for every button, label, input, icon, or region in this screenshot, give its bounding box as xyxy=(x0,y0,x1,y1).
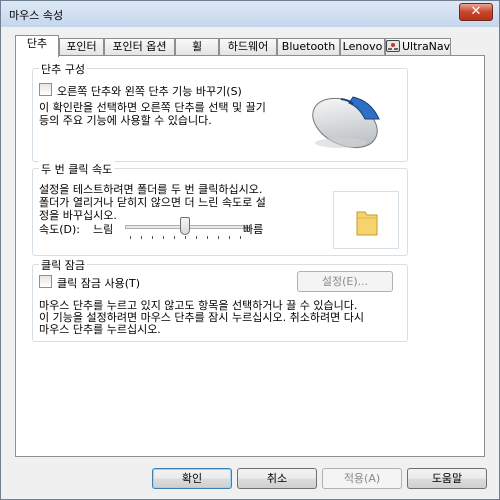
double-click-speed-slider[interactable] xyxy=(125,217,245,241)
button-configuration-group: 단추 구성 오른쪽 단추와 왼쪽 단추 기능 바꾸기(S) 이 확인란을 선택하… xyxy=(32,61,408,162)
slider-tick xyxy=(130,236,131,239)
speed-label: 속도(D): xyxy=(39,223,80,236)
click-lock-settings-button[interactable]: 설정(E)... xyxy=(297,271,393,292)
tab-label: 포인터 옵션 xyxy=(112,40,167,53)
slider-tick xyxy=(218,236,219,239)
slider-tick xyxy=(141,236,142,239)
slider-thumb[interactable] xyxy=(180,217,190,235)
buttons-tab-panel: 단추 구성 오른쪽 단추와 왼쪽 단추 기능 바꾸기(S) 이 확인란을 선택하… xyxy=(15,55,485,457)
test-area xyxy=(333,191,399,249)
apply-button[interactable]: 적용(A) xyxy=(322,468,402,489)
slider-tick xyxy=(174,236,175,239)
tab-strip: 단추 포인터 포인터 옵션 휠 하드웨어 Bluetooth Lenovo Ul… xyxy=(15,35,485,57)
tab-label: 단추 xyxy=(26,37,48,50)
close-button[interactable]: ✕ xyxy=(459,3,493,21)
cancel-button[interactable]: 취소 xyxy=(237,468,317,489)
button-configuration-title: 단추 구성 xyxy=(39,61,87,77)
tab-pointer-options[interactable]: 포인터 옵션 xyxy=(104,38,175,56)
test-folder-icon[interactable] xyxy=(356,208,378,239)
window-title: 마우스 속성 xyxy=(9,9,64,22)
tab-ultranav[interactable]: UltraNav xyxy=(385,38,451,56)
tab-hardware[interactable]: 하드웨어 xyxy=(219,38,277,56)
swap-description-line2: 등의 주요 기능에 사용할 수 있습니다. xyxy=(39,114,212,127)
help-button[interactable]: 도움말 xyxy=(407,468,487,489)
fast-label: 빠름 xyxy=(243,223,264,236)
slider-tick xyxy=(207,236,208,239)
swap-buttons-label[interactable]: 오른쪽 단추와 왼쪽 단추 기능 바꾸기(S) xyxy=(57,83,242,99)
slider-tick xyxy=(240,236,241,239)
ok-button[interactable]: 확인 xyxy=(152,468,232,489)
title-bar[interactable]: 마우스 속성 ✕ xyxy=(1,1,499,27)
tab-label: Lenovo xyxy=(342,40,383,53)
tab-bluetooth[interactable]: Bluetooth xyxy=(277,38,340,56)
swap-buttons-checkbox[interactable] xyxy=(39,83,52,96)
tab-wheel[interactable]: 휠 xyxy=(175,38,219,56)
tab-label: UltraNav xyxy=(402,40,451,53)
tab-label: 휠 xyxy=(191,40,203,53)
click-lock-label[interactable]: 클릭 잠금 사용(T) xyxy=(57,275,140,291)
tab-label: 하드웨어 xyxy=(227,40,269,53)
ultranav-icon xyxy=(386,40,400,52)
slider-tick xyxy=(196,236,197,239)
tab-label: Bluetooth xyxy=(281,40,336,53)
double-click-speed-group: 두 번 클릭 속도 설정을 테스트하려면 폴더를 두 번 클릭하십시오. 폴더가… xyxy=(32,161,408,256)
mouse-image xyxy=(295,73,399,157)
tab-pointers[interactable]: 포인터 xyxy=(59,38,104,56)
click-lock-group: 클릭 잠금 클릭 잠금 사용(T) 설정(E)... 마우스 단추를 누르고 있… xyxy=(32,257,408,342)
tab-buttons[interactable]: 단추 xyxy=(15,35,59,57)
double-click-speed-title: 두 번 클릭 속도 xyxy=(39,161,115,177)
slider-tick xyxy=(185,236,186,239)
slow-label: 느림 xyxy=(93,223,114,236)
click-lock-description-line3: 마우스 단추를 누르십시오. xyxy=(39,323,161,336)
close-icon: ✕ xyxy=(470,4,482,19)
slider-tick xyxy=(163,236,164,239)
slider-tick xyxy=(152,236,153,239)
click-lock-checkbox[interactable] xyxy=(39,275,52,288)
mouse-properties-window: 마우스 속성 ✕ 단추 포인터 포인터 옵션 휠 하드웨어 Bluetooth … xyxy=(0,0,500,500)
slider-tick xyxy=(229,236,230,239)
click-lock-title: 클릭 잠금 xyxy=(39,257,87,273)
tab-label: 포인터 xyxy=(66,40,97,53)
tab-lenovo[interactable]: Lenovo xyxy=(340,38,385,56)
